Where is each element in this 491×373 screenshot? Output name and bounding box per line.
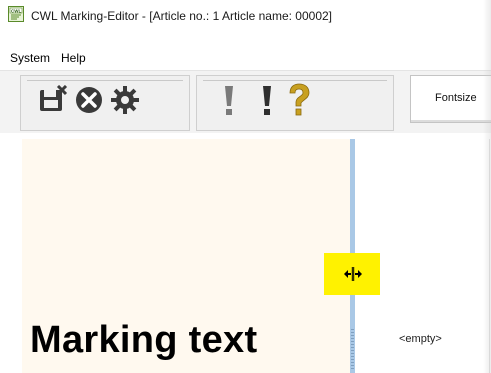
- app-window: CWL CWL Marking-Editor - [Article no.: 1…: [0, 0, 491, 373]
- resize-cursor-icon: [343, 265, 363, 283]
- menu-bar: System Help: [0, 48, 491, 68]
- fontsize-label: Fontsize: [435, 92, 477, 104]
- cursor-highlight: [324, 253, 380, 295]
- save-close-icon: [38, 84, 68, 120]
- toolbar-group-file: [20, 75, 190, 131]
- toolbar: Fontsize: [0, 70, 491, 134]
- toolbar-group-info: [196, 75, 394, 131]
- marking-preview-panel[interactable]: Marking text: [22, 139, 350, 373]
- warning-dark-button[interactable]: [251, 84, 283, 121]
- help-question-icon: [286, 83, 312, 122]
- exclamation-gray-icon: [219, 84, 239, 121]
- save-close-button[interactable]: [37, 84, 69, 120]
- cancel-icon: [74, 85, 104, 120]
- splitter-grip[interactable]: [351, 329, 354, 369]
- cancel-button[interactable]: [73, 86, 105, 118]
- empty-placeholder: <empty>: [399, 333, 442, 345]
- editor-area: Marking text <empty>: [0, 133, 491, 373]
- window-shadow: [483, 0, 491, 373]
- menu-system[interactable]: System: [10, 48, 50, 68]
- fontsize-control[interactable]: Fontsize: [410, 75, 491, 123]
- help-button[interactable]: [283, 83, 315, 118]
- marking-text[interactable]: Marking text: [30, 319, 257, 362]
- menu-help[interactable]: Help: [61, 48, 86, 68]
- window-title: CWL Marking-Editor - [Article no.: 1 Art…: [31, 9, 333, 23]
- settings-button[interactable]: [109, 85, 141, 120]
- exclamation-dark-icon: [257, 84, 277, 121]
- warning-gray-button[interactable]: [213, 84, 245, 121]
- svg-text:CWL: CWL: [11, 8, 21, 13]
- app-logo-icon: CWL: [8, 6, 24, 22]
- settings-gear-icon: [110, 85, 140, 120]
- title-bar[interactable]: CWL CWL Marking-Editor - [Article no.: 1…: [0, 0, 491, 36]
